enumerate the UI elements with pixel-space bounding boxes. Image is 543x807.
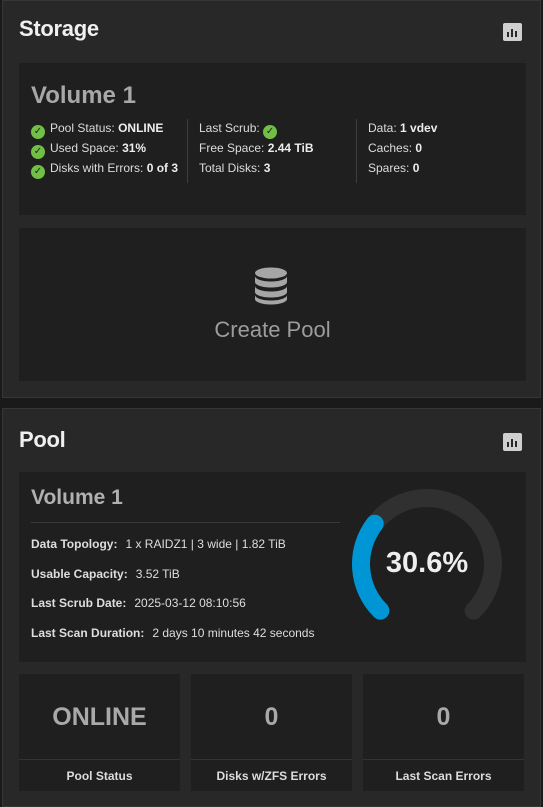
spares-value: 0 <box>412 161 420 175</box>
disks-errors-row: ✓ Disks with Errors: 0 of 3 <box>31 158 186 179</box>
last-scan-duration-row: Last Scan Duration: 2 days 10 minutes 42 … <box>31 626 314 640</box>
volume-space-column: Last Scrub: ✓ Free Space: 2.44 TiB Total… <box>199 118 354 178</box>
create-pool-label: Create Pool <box>214 317 331 342</box>
pool-status-card: ONLINE Pool Status <box>19 674 180 791</box>
usable-capacity-row: Usable Capacity: 3.52 TiB <box>31 567 180 581</box>
data-label: Data: <box>368 121 397 135</box>
pool-status-value: ONLINE <box>118 121 164 135</box>
storage-title: Storage <box>19 16 99 41</box>
pool-status-row: ✓ Pool Status: ONLINE <box>31 118 186 139</box>
volume-name: Volume 1 <box>31 82 136 109</box>
create-pool-button[interactable]: Create Pool <box>19 228 526 381</box>
detail-value: 3.52 TiB <box>135 567 180 581</box>
caches-label: Caches: <box>368 141 413 155</box>
pool-name-divider <box>31 522 340 523</box>
stat-divider <box>191 759 352 760</box>
caches-row: Caches: 0 <box>368 138 488 158</box>
detail-label: Last Scan Duration: <box>31 626 145 640</box>
total-disks-label: Total Disks: <box>199 161 261 175</box>
volume-vdev-column: Data: 1 vdev Caches: 0 Spares: 0 <box>368 118 488 178</box>
used-space-row: ✓ Used Space: 31% <box>31 138 186 159</box>
data-topology-row: Data Topology: 1 x RAIDZ1 | 3 wide | 1.82… <box>31 537 286 551</box>
last-scrub-label: Last Scrub: <box>199 121 260 135</box>
caches-value: 0 <box>415 141 423 155</box>
volume-status-column: ✓ Pool Status: ONLINE ✓ Used Space: 31% ✓ D… <box>31 118 186 179</box>
pool-status-value: ONLINE <box>52 703 147 731</box>
pool-status-label: Pool Status: <box>50 121 115 135</box>
usage-gauge: 30.6% <box>352 489 502 639</box>
zfs-errors-label: Disks w/ZFS Errors <box>216 769 327 783</box>
last-scrub-row: Last Scrub: ✓ <box>199 118 354 139</box>
stat-divider <box>363 759 524 760</box>
free-space-label: Free Space: <box>199 141 265 155</box>
detail-value: 2 days 10 minutes 42 seconds <box>152 626 315 640</box>
detail-value: 2025-03-12 08:10:56 <box>134 596 246 610</box>
pool-name: Volume 1 <box>31 486 123 509</box>
pool-chart-icon[interactable] <box>503 433 522 451</box>
database-icon <box>255 267 287 305</box>
pool-widget: Pool Volume 1 Data Topology: 1 x RAIDZ1 |… <box>2 408 541 807</box>
storage-chart-icon[interactable] <box>503 23 522 41</box>
storage-widget: Storage Volume 1 ✓ Pool Status: ONLINE ✓ U… <box>2 0 541 398</box>
disks-errors-value: 0 of 3 <box>146 161 179 175</box>
last-scrub-date-row: Last Scrub Date: 2025-03-12 08:10:56 <box>31 596 246 610</box>
volume-summary-card[interactable]: Volume 1 ✓ Pool Status: ONLINE ✓ Used Spac… <box>19 63 526 215</box>
used-space-value: 31% <box>122 141 147 155</box>
pool-details-card: Volume 1 Data Topology: 1 x RAIDZ1 | 3 wi… <box>19 472 526 662</box>
column-divider <box>356 119 357 183</box>
total-disks-row: Total Disks: 3 <box>199 158 354 178</box>
check-circle-icon: ✓ <box>31 125 45 139</box>
free-space-row: Free Space: 2.44 TiB <box>199 138 354 158</box>
zfs-errors-card: 0 Disks w/ZFS Errors <box>191 674 352 791</box>
usage-percent: 30.6% <box>385 547 469 579</box>
zfs-errors-value: 0 <box>264 703 279 731</box>
detail-label: Usable Capacity: <box>31 567 128 581</box>
total-disks-value: 3 <box>263 161 271 175</box>
spares-row: Spares: 0 <box>368 158 488 178</box>
used-space-label: Used Space: <box>50 141 119 155</box>
detail-value: 1 x RAIDZ1 | 3 wide | 1.82 TiB <box>125 537 286 551</box>
scan-errors-label: Last Scan Errors <box>395 769 492 783</box>
disks-errors-label: Disks with Errors: <box>50 161 144 175</box>
check-circle-icon: ✓ <box>31 145 45 159</box>
pool-status-label: Pool Status <box>66 769 133 783</box>
data-row: Data: 1 vdev <box>368 118 488 138</box>
detail-label: Data Topology: <box>31 537 118 551</box>
stat-divider <box>19 759 180 760</box>
detail-label: Last Scrub Date: <box>31 596 127 610</box>
scan-errors-card: 0 Last Scan Errors <box>363 674 524 791</box>
spares-label: Spares: <box>368 161 410 175</box>
data-value: 1 vdev <box>400 121 438 135</box>
check-circle-icon: ✓ <box>31 165 45 179</box>
scan-errors-value: 0 <box>436 703 451 731</box>
pool-title: Pool <box>19 427 66 452</box>
free-space-value: 2.44 TiB <box>267 141 314 155</box>
column-divider <box>187 119 188 183</box>
check-circle-icon: ✓ <box>263 125 278 139</box>
